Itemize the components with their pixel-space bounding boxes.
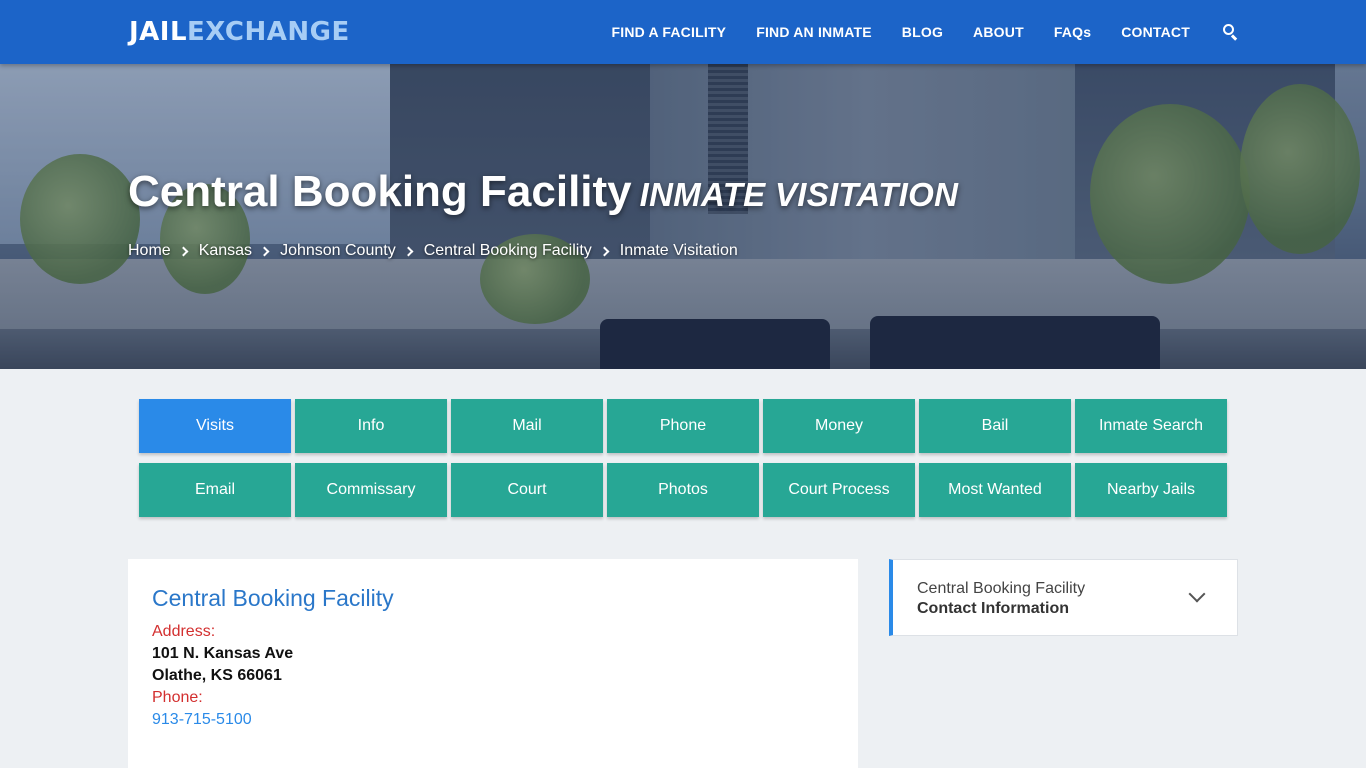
tab-email[interactable]: Email (139, 463, 291, 517)
address-line2: Olathe, KS 66061 (152, 667, 282, 684)
chevron-right-icon (403, 246, 414, 256)
address-line1: 101 N. Kansas Ave (152, 645, 294, 662)
logo-exchange-text: EXCHANGE (187, 17, 350, 47)
phone-label: Phone: (152, 689, 203, 706)
tab-inmate-search[interactable]: Inmate Search (1075, 399, 1227, 453)
nav-about[interactable]: ABOUT (973, 24, 1024, 40)
tab-bail[interactable]: Bail (919, 399, 1071, 453)
chevron-right-icon (599, 246, 610, 256)
nav-find-facility[interactable]: FIND A FACILITY (611, 24, 726, 40)
search-icon-handle (1231, 34, 1238, 41)
facility-card-title: Central Booking Facility (152, 585, 394, 611)
contact-info-accordion[interactable]: Central Booking Facility Contact Informa… (889, 559, 1238, 636)
phone-link[interactable]: 913-715-5100 (152, 709, 834, 731)
facility-tabs: Visits Info Mail Phone Money Bail Inmate… (139, 399, 1227, 517)
breadcrumb-facility[interactable]: Central Booking Facility (424, 242, 592, 260)
tab-most-wanted[interactable]: Most Wanted (919, 463, 1071, 517)
page-title-main: Central Booking Facility (128, 167, 632, 216)
site-header: JAILEXCHANGE FIND A FACILITY FIND AN INM… (0, 0, 1366, 64)
breadcrumb-current: Inmate Visitation (619, 242, 738, 259)
nav-find-inmate[interactable]: FIND AN INMATE (756, 24, 872, 40)
tab-visits[interactable]: Visits (139, 399, 291, 453)
breadcrumb-johnson-county[interactable]: Johnson County (280, 242, 396, 260)
nav-blog[interactable]: BLOG (902, 24, 943, 40)
tab-nearby-jails[interactable]: Nearby Jails (1075, 463, 1227, 517)
site-logo[interactable]: JAILEXCHANGE (129, 17, 350, 47)
accordion-facility-name: Central Booking Facility (917, 580, 1086, 597)
chevron-right-icon (259, 246, 270, 256)
facility-card: Central Booking Facility Address: 101 N.… (128, 559, 858, 768)
breadcrumb-home[interactable]: Home (128, 242, 171, 260)
breadcrumb-kansas[interactable]: Kansas (199, 242, 252, 260)
tab-phone[interactable]: Phone (607, 399, 759, 453)
logo-jail-text: JAIL (129, 17, 188, 47)
tab-photos[interactable]: Photos (607, 463, 759, 517)
page-title-sub: INMATE VISITATION (639, 176, 959, 213)
address-label: Address: (152, 623, 216, 640)
tab-money[interactable]: Money (763, 399, 915, 453)
main-nav: FIND A FACILITY FIND AN INMATE BLOG ABOU… (581, 0, 1238, 64)
tab-court-process[interactable]: Court Process (763, 463, 915, 517)
nav-faqs[interactable]: FAQs (1054, 24, 1091, 40)
page-title: Central Booking Facility INMATE VISITATIO… (128, 166, 958, 221)
breadcrumb: Home Kansas Johnson County Central Booki… (128, 242, 738, 260)
nav-contact[interactable]: CONTACT (1121, 24, 1190, 40)
search-icon[interactable] (1222, 24, 1238, 41)
chevron-right-icon (178, 246, 189, 256)
tab-info[interactable]: Info (295, 399, 447, 453)
tab-commissary[interactable]: Commissary (295, 463, 447, 517)
accordion-heading: Contact Information (917, 600, 1069, 617)
hero-banner: Central Booking Facility INMATE VISITATIO… (0, 64, 1366, 369)
tab-mail[interactable]: Mail (451, 399, 603, 453)
tab-court[interactable]: Court (451, 463, 603, 517)
